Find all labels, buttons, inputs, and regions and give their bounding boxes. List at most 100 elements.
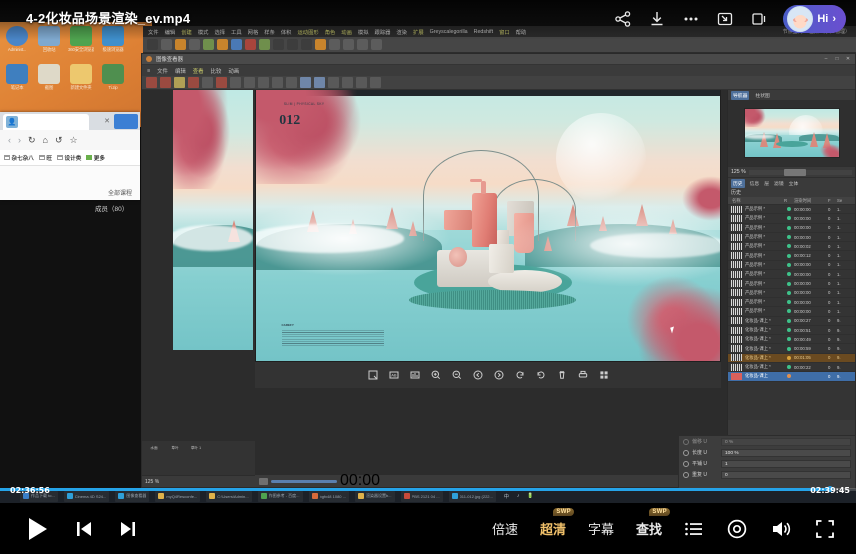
tab-stereo[interactable]: 立体 xyxy=(789,180,799,187)
history-row[interactable]: 产品示例 *00:00:1201. xyxy=(728,251,855,260)
cube-icon[interactable] xyxy=(315,39,326,50)
print-icon[interactable] xyxy=(578,370,588,380)
hamburger-icon[interactable]: ≡ xyxy=(147,68,150,74)
render-settings-icon[interactable] xyxy=(188,77,199,88)
desktop-icon[interactable]: 笔记本 xyxy=(4,64,30,91)
move-icon[interactable] xyxy=(175,39,186,50)
contrast-icon[interactable] xyxy=(272,77,283,88)
previous-button[interactable] xyxy=(74,519,94,539)
bookmark-item[interactable]: 设计类 xyxy=(57,154,81,162)
play-button[interactable] xyxy=(24,516,50,542)
zoom-in-icon[interactable] xyxy=(431,370,441,380)
tab-filter[interactable]: 滤镜 xyxy=(774,180,784,187)
attribute-field[interactable]: 0 xyxy=(721,471,851,479)
delete-icon[interactable] xyxy=(557,370,567,380)
exposure-down-icon[interactable] xyxy=(328,77,339,88)
history-row[interactable]: 产品示例 *00:00:0001. xyxy=(728,261,855,270)
taskbar-item[interactable]: bgfx48 1080 ... xyxy=(309,491,349,502)
taskbar-item[interactable]: PBS 2121 04 ... xyxy=(401,491,443,502)
bookmark-star-icon[interactable]: ☆ xyxy=(70,135,78,146)
iv-menu-compare[interactable]: 比较 xyxy=(211,67,222,75)
volume-button[interactable] xyxy=(770,518,792,540)
taskbar-item[interactable]: 作图参考 - 百度... xyxy=(258,491,303,502)
close-icon[interactable]: ✕ xyxy=(845,56,851,62)
timeline-knob[interactable] xyxy=(259,478,268,485)
history-row[interactable]: 产品示例 *00:00:0001. xyxy=(728,298,855,307)
render-view-icon[interactable] xyxy=(245,39,256,50)
history-row[interactable]: 化妆品-课上 *00:01:0509. xyxy=(728,354,855,363)
stereo-icon[interactable] xyxy=(370,77,381,88)
history-row[interactable]: 化妆品-课上 *00:00:2209. xyxy=(728,363,855,372)
fit-view-icon[interactable] xyxy=(230,77,241,88)
rotate-left-icon[interactable] xyxy=(515,370,525,380)
browser-window[interactable]: 👤 ✕ ‹ › ↻ ⌂ ↺ ☆ 杂七杂八 旺 设计类 更多 全部课程 xyxy=(0,112,140,200)
history-row[interactable]: 产品示例 *00:00:0201. xyxy=(728,242,855,251)
subtitle-button[interactable]: 字幕 xyxy=(588,519,614,538)
forward-icon[interactable]: › xyxy=(18,135,21,145)
new-tab-button[interactable] xyxy=(114,114,138,129)
crop-icon[interactable] xyxy=(368,370,378,380)
thumbnail-item[interactable]: 草叶 xyxy=(166,445,184,451)
attribute-field[interactable]: 1 xyxy=(721,460,851,468)
playlist-button[interactable] xyxy=(684,519,704,539)
speed-button[interactable]: 倍速 xyxy=(492,519,518,538)
tab-info[interactable]: 信息 xyxy=(750,180,760,187)
navigator-preview[interactable] xyxy=(728,100,855,166)
thumbnail-item[interactable]: 草叶 1 xyxy=(187,445,205,451)
previous-frame-icon[interactable] xyxy=(473,370,483,380)
navigator-zoom-slider[interactable] xyxy=(749,170,852,175)
image-document-window[interactable]: 011-012.jpg (2220x1080像素, 2.39 MB) - 第1/… xyxy=(255,90,721,362)
cast-icon[interactable] xyxy=(749,9,769,29)
ab-compare-icon[interactable]: AB xyxy=(389,370,399,380)
maximize-icon[interactable]: □ xyxy=(834,56,840,62)
image-viewer-stage[interactable]: 011-012.jpg (2220x1080像素, 2.39 MB) - 第1/… xyxy=(142,90,727,487)
render-icon[interactable] xyxy=(174,77,185,88)
share-icon[interactable] xyxy=(613,9,633,29)
iv-menu-edit[interactable]: 编辑 xyxy=(175,67,186,75)
tab-navigator[interactable]: 导航器 xyxy=(731,91,749,100)
attributes-panel[interactable]: 偏移 U 0 % 长度 U 100 % 平铺 U 1 重复 U 0 xyxy=(678,435,856,490)
lock-x-icon[interactable] xyxy=(273,39,284,50)
channel-rgb-icon[interactable] xyxy=(300,77,311,88)
color-profile-icon[interactable] xyxy=(286,77,297,88)
undo-icon[interactable] xyxy=(147,39,158,50)
all-courses-link[interactable]: 全部课程 xyxy=(108,188,132,197)
next-button[interactable] xyxy=(118,519,138,539)
settings-button[interactable] xyxy=(726,518,748,540)
history-icon[interactable]: ↺ xyxy=(55,135,63,146)
timeline-slider[interactable] xyxy=(271,480,337,483)
back-icon[interactable]: ‹ xyxy=(8,135,11,145)
filmstrip-preview[interactable] xyxy=(173,90,255,350)
close-tab-icon[interactable]: ✕ xyxy=(104,117,110,125)
grid-view-icon[interactable] xyxy=(599,370,609,380)
history-list[interactable]: 产品示例 *00:00:0001.产品示例 *00:00:0001.产品示例 *… xyxy=(728,205,855,420)
fullscreen-button[interactable] xyxy=(814,518,836,540)
tray-icon[interactable]: 中 xyxy=(504,493,509,500)
reload-icon[interactable]: ↻ xyxy=(28,135,36,146)
home-icon[interactable]: ⌂ xyxy=(43,135,48,145)
history-row[interactable]: 化妆品-课上 *00:00:2709. xyxy=(728,317,855,326)
history-row[interactable]: 产品示例 *00:00:0001. xyxy=(728,289,855,298)
taskbar-item[interactable]: myQ4Resconfe... xyxy=(155,491,200,502)
history-row[interactable]: 产品示例 *00:00:0001. xyxy=(728,214,855,223)
attribute-field[interactable]: 100 % xyxy=(721,449,851,457)
rotate-icon[interactable] xyxy=(203,39,214,50)
cinema4d-window[interactable]: 文件 编辑 创建 模式 选择 工具 网格 样条 体积 运动图形 角色 动画 模拟… xyxy=(143,26,856,488)
desktop-icon[interactable]: 新建文件夹 xyxy=(68,64,94,91)
history-row[interactable]: 产品示例 *00:00:0001. xyxy=(728,279,855,288)
taskbar-item[interactable]: 图像查看器 xyxy=(115,491,149,502)
open-image-icon[interactable] xyxy=(146,77,157,88)
histogram-icon[interactable] xyxy=(410,370,420,380)
tray-icon[interactable]: 🔋 xyxy=(527,493,533,499)
bookmark-item[interactable]: 更多 xyxy=(86,154,105,162)
history-row[interactable]: 产品示例 *00:00:0001. xyxy=(728,205,855,214)
next-frame-icon[interactable] xyxy=(494,370,504,380)
iv-menu-animation[interactable]: 动画 xyxy=(228,67,239,75)
taskbar-item[interactable]: 011-012.jpg (222... xyxy=(449,491,496,502)
video-surface[interactable]: Administ... 回收站 360安全浏览器 极速浏览器 笔记本 截图 xyxy=(0,0,856,503)
taskbar-item[interactable]: Cinema 4D S24... xyxy=(64,491,110,502)
deformer-icon[interactable] xyxy=(357,39,368,50)
axis-icon[interactable] xyxy=(217,39,228,50)
bookmark-item[interactable]: 杂七杂八 xyxy=(4,154,34,162)
more-options-icon[interactable] xyxy=(681,9,701,29)
